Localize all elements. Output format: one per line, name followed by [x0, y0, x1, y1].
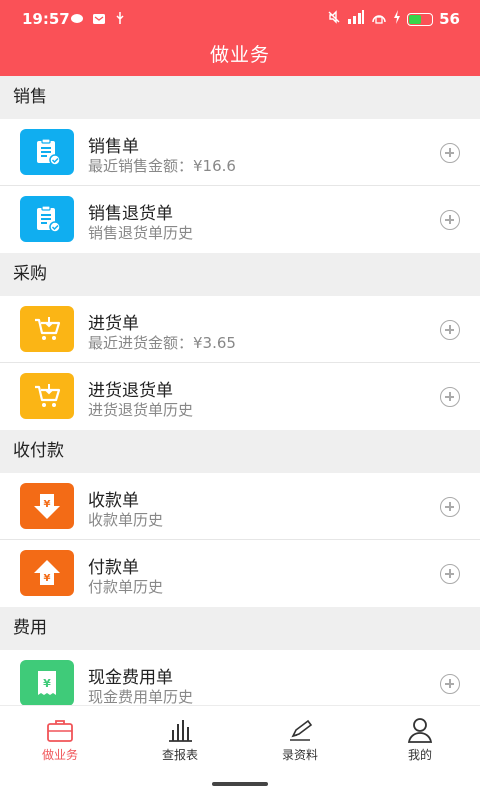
list-item-cash-expense[interactable]: ¥ 现金费用单 现金费用单历史: [0, 650, 480, 705]
add-circle-icon[interactable]: [440, 497, 460, 517]
tab-label: 做业务: [41, 748, 78, 762]
battery-level: 56: [439, 10, 460, 28]
page-title: 做业务: [209, 44, 270, 66]
edit-icon: [290, 719, 313, 741]
business-list: 销售 销售单 最近销售金额：¥16.6 销售退货单 销售退货单历史 采购 进货单…: [0, 76, 480, 705]
tab-label: 录资料: [281, 748, 318, 762]
bottom-tab-bar: 做业务 查报表 录资料 我的: [0, 705, 480, 767]
signal-icon: [347, 10, 365, 28]
list-item-sales-return[interactable]: 销售退货单 销售退货单历史: [0, 186, 480, 253]
section-header-expenses: 费用: [0, 607, 480, 650]
svg-text:¥: ¥: [44, 573, 51, 584]
user-icon: [407, 718, 433, 743]
item-title: 现金费用单: [88, 668, 173, 688]
list-item-sales-order[interactable]: 销售单 最近销售金额：¥16.6: [0, 119, 480, 186]
cart-download-icon: [20, 306, 74, 352]
hd-icon: [371, 10, 387, 28]
section-header-sales: 销售: [0, 76, 480, 119]
tab-label: 查报表: [161, 748, 198, 762]
item-title: 收款单: [88, 491, 139, 511]
briefcase-icon: [47, 720, 73, 742]
home-gesture-bar[interactable]: [212, 782, 268, 786]
add-circle-icon[interactable]: [440, 564, 460, 584]
system-nav-bar: [0, 767, 480, 800]
section-header-purchase: 采购: [0, 253, 480, 296]
notification-icons: [70, 11, 128, 24]
tab-data-entry[interactable]: 录资料: [240, 706, 360, 767]
item-title: 付款单: [88, 558, 139, 578]
add-circle-icon[interactable]: [440, 387, 460, 407]
section-header-payments: 收付款: [0, 430, 480, 473]
item-title: 销售单: [88, 137, 139, 157]
svg-text:¥: ¥: [44, 499, 51, 510]
list-item-payment[interactable]: ¥ 付款单 付款单历史: [0, 540, 480, 607]
add-circle-icon[interactable]: [440, 674, 460, 694]
item-title: 销售退货单: [88, 204, 173, 224]
mute-icon: [327, 10, 341, 28]
cart-download-icon: [20, 373, 74, 419]
svg-text:¥: ¥: [43, 677, 51, 690]
battery-icon: [407, 12, 434, 26]
item-subtitle: 收款单历史: [88, 511, 164, 529]
status-right: 56: [327, 10, 460, 28]
yen-up-arrow-icon: ¥: [20, 550, 74, 596]
item-subtitle: 销售退货单历史: [88, 224, 194, 242]
item-subtitle: 付款单历史: [88, 578, 164, 596]
tab-business[interactable]: 做业务: [0, 706, 120, 767]
app-header: 19:57 56 做业务: [0, 0, 480, 76]
add-circle-icon[interactable]: [440, 320, 460, 340]
yen-receipt-icon: ¥: [20, 660, 74, 705]
item-subtitle: 最近销售金额：¥16.6: [88, 157, 236, 175]
item-title: 进货单: [88, 314, 139, 334]
item-subtitle: 最近进货金额：¥3.65: [88, 334, 236, 352]
charging-icon: [393, 10, 401, 28]
item-subtitle: 现金费用单历史: [88, 688, 194, 705]
bar-chart-icon: [169, 720, 192, 742]
message-icon: [70, 11, 84, 23]
list-item-receipt[interactable]: ¥ 收款单 收款单历史: [0, 473, 480, 540]
status-time: 19:57: [22, 10, 70, 28]
status-bar: 19:57 56: [0, 0, 480, 36]
tab-label: 我的: [407, 748, 432, 762]
tab-profile[interactable]: 我的: [360, 706, 480, 767]
add-circle-icon[interactable]: [440, 143, 460, 163]
item-title: 进货退货单: [88, 381, 173, 401]
mail-icon: [92, 11, 106, 24]
list-item-purchase-return[interactable]: 进货退货单 进货退货单历史: [0, 363, 480, 430]
list-item-purchase-order[interactable]: 进货单 最近进货金额：¥3.65: [0, 296, 480, 363]
add-circle-icon[interactable]: [440, 210, 460, 230]
tab-reports[interactable]: 查报表: [120, 706, 240, 767]
clipboard-check-icon: [20, 129, 74, 175]
clipboard-check-icon: [20, 196, 74, 242]
yen-down-arrow-icon: ¥: [20, 483, 74, 529]
usb-icon: [114, 11, 128, 24]
item-subtitle: 进货退货单历史: [88, 401, 194, 419]
